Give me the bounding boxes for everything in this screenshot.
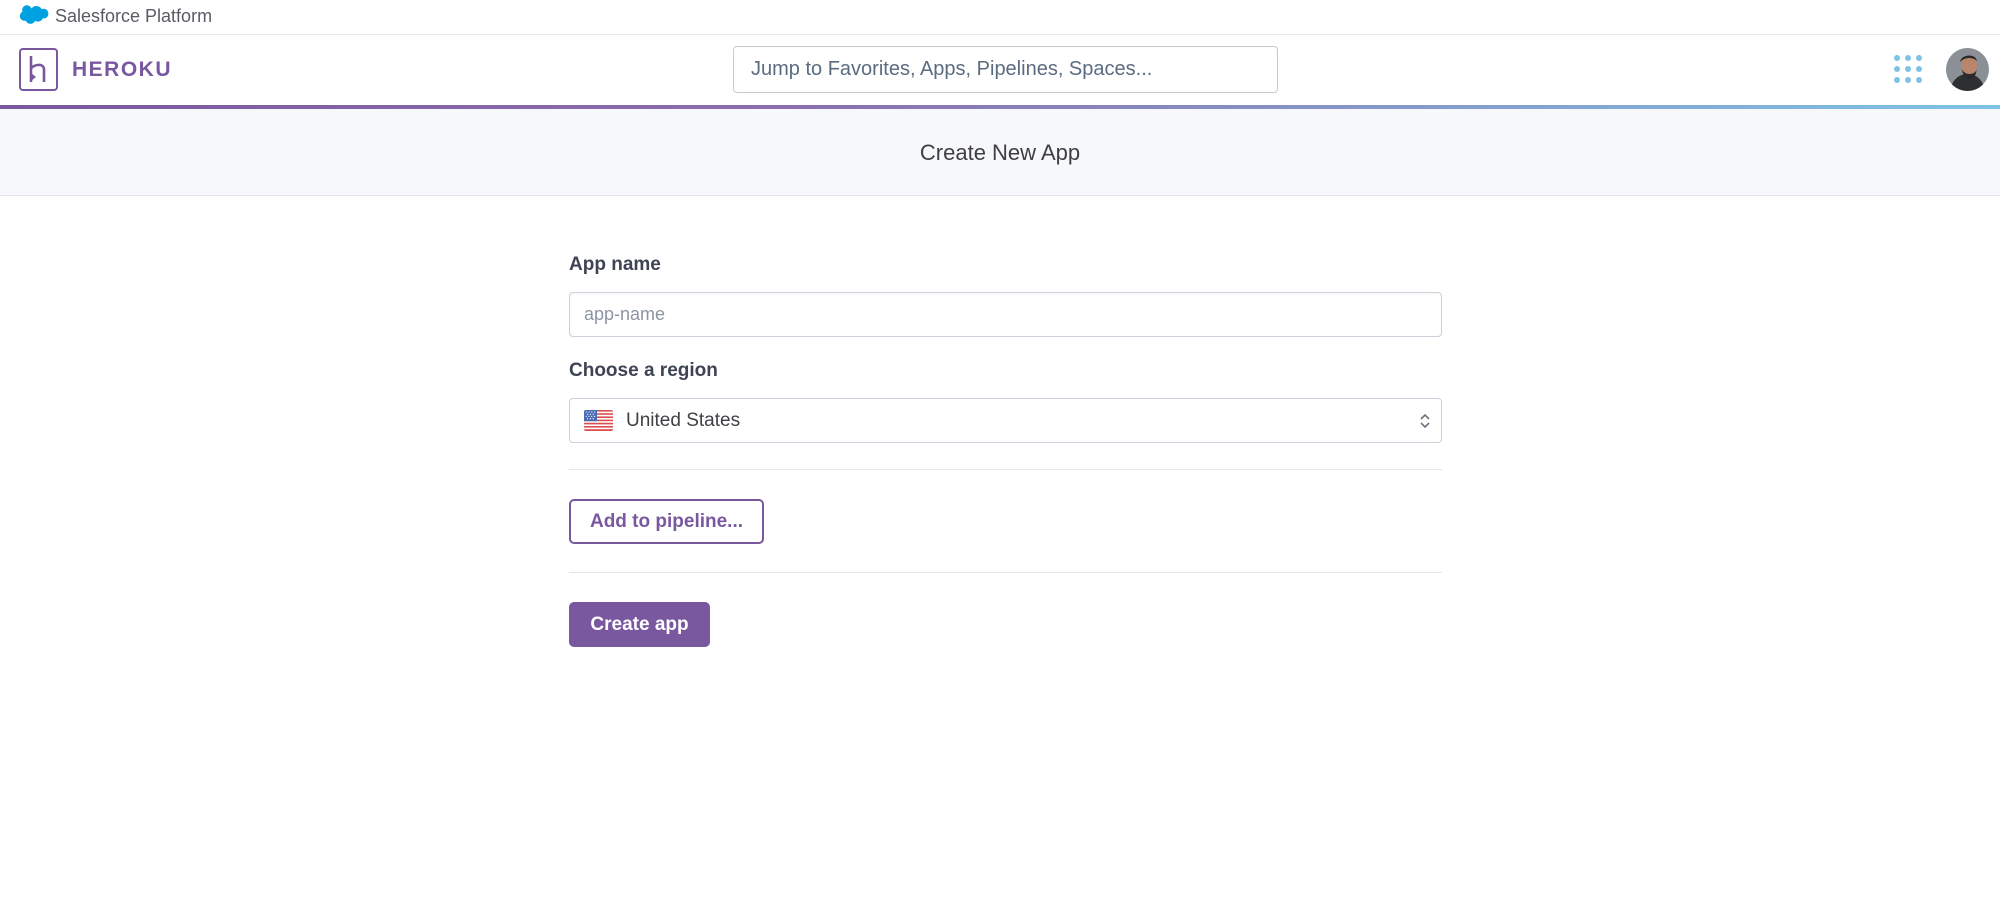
grid-dot: [1916, 55, 1922, 61]
form-divider: [569, 469, 1442, 470]
page-subheader: Create New App: [0, 109, 2000, 196]
grid-dot: [1916, 66, 1922, 72]
region-select[interactable]: United States: [569, 398, 1442, 443]
grid-dots-icon[interactable]: [1894, 55, 1922, 83]
avatar-image: [1946, 48, 1989, 91]
grid-dot: [1894, 77, 1900, 83]
salesforce-cloud-icon: [19, 5, 49, 24]
add-to-pipeline-button[interactable]: Add to pipeline...: [569, 499, 764, 544]
grid-dot: [1905, 66, 1911, 72]
region-selected-value: United States: [626, 410, 741, 431]
grid-dot: [1905, 55, 1911, 61]
app-name-input[interactable]: [569, 292, 1442, 337]
form-divider: [569, 572, 1442, 573]
up-down-chevron-icon: [1420, 413, 1430, 429]
us-flag-icon: [584, 410, 613, 431]
user-avatar[interactable]: [1946, 48, 1989, 91]
global-search-input[interactable]: [733, 46, 1278, 93]
grid-dot: [1905, 77, 1911, 83]
salesforce-platform-label: Salesforce Platform: [55, 6, 213, 26]
grid-dot: [1894, 55, 1900, 61]
page-title: Create New App: [919, 140, 1081, 165]
top-navigation-header: HEROKU: [0, 35, 2000, 105]
grid-dot: [1916, 77, 1922, 83]
create-app-button[interactable]: Create app: [569, 602, 710, 647]
salesforce-platform-bar: Salesforce Platform: [0, 0, 2000, 35]
heroku-logo-text[interactable]: HEROKU: [72, 57, 172, 83]
grid-dot: [1894, 66, 1900, 72]
app-name-label: App name: [569, 254, 661, 275]
heroku-logo-icon[interactable]: [19, 48, 58, 91]
region-label: Choose a region: [569, 360, 718, 381]
